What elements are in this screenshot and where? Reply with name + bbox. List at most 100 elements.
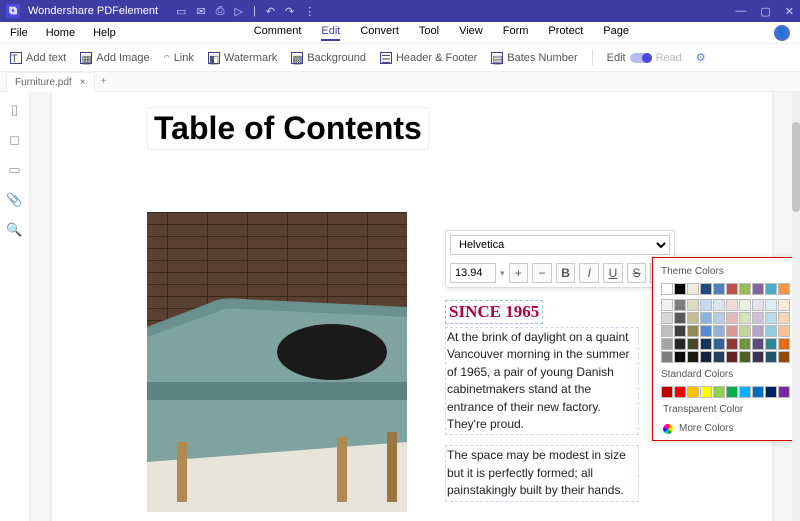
color-swatch[interactable] — [700, 351, 712, 363]
menu-home[interactable]: Home — [46, 27, 75, 39]
menu-file[interactable]: File — [10, 27, 28, 39]
color-swatch[interactable] — [687, 283, 699, 295]
color-swatch[interactable] — [700, 386, 712, 398]
menu-page[interactable]: Page — [603, 25, 629, 41]
underline-button[interactable]: U — [603, 263, 623, 283]
color-swatch[interactable] — [661, 338, 673, 350]
redo-icon[interactable]: ↷ — [285, 5, 294, 18]
increase-size-button[interactable]: + — [509, 263, 529, 283]
color-swatch[interactable] — [739, 299, 751, 311]
color-swatch[interactable] — [739, 325, 751, 337]
minimize-button[interactable]: — — [735, 5, 746, 18]
settings-gear-icon[interactable]: ⚙ — [696, 51, 706, 64]
color-swatch[interactable] — [778, 299, 790, 311]
menu-comment[interactable]: Comment — [254, 25, 302, 41]
watermark-button[interactable]: ◧Watermark — [208, 52, 277, 64]
menu-tool[interactable]: Tool — [419, 25, 439, 41]
color-swatch[interactable] — [713, 283, 725, 295]
color-swatch[interactable] — [687, 351, 699, 363]
color-swatch[interactable] — [661, 325, 673, 337]
font-size-input[interactable] — [450, 263, 496, 283]
menu-edit[interactable]: Edit — [321, 25, 340, 41]
add-text-button[interactable]: TAdd text — [10, 52, 66, 64]
bold-button[interactable]: B — [556, 263, 576, 283]
color-swatch[interactable] — [739, 312, 751, 324]
body-text-block[interactable]: At the brink of daylight on a quaint Van… — [445, 327, 639, 512]
vertical-scrollbar[interactable] — [792, 92, 800, 521]
menu-form[interactable]: Form — [503, 25, 529, 41]
color-swatch[interactable] — [778, 338, 790, 350]
color-swatch[interactable] — [674, 338, 686, 350]
color-swatch[interactable] — [739, 283, 751, 295]
menu-help[interactable]: Help — [93, 27, 116, 39]
tab-close-icon[interactable]: × — [80, 77, 86, 88]
transparent-color-link[interactable]: Transparent Color — [653, 400, 800, 419]
italic-button[interactable]: I — [579, 263, 599, 283]
color-swatch[interactable] — [700, 338, 712, 350]
document-tab[interactable]: Furniture.pdf × — [6, 72, 95, 92]
color-swatch[interactable] — [739, 351, 751, 363]
color-swatch[interactable] — [726, 283, 738, 295]
color-swatch[interactable] — [674, 283, 686, 295]
color-swatch[interactable] — [765, 338, 777, 350]
menu-convert[interactable]: Convert — [360, 25, 399, 41]
bookmarks-icon[interactable]: ◻ — [9, 132, 20, 148]
add-image-button[interactable]: ▦Add Image — [80, 52, 149, 64]
color-swatch[interactable] — [687, 338, 699, 350]
color-swatch[interactable] — [726, 299, 738, 311]
color-swatch[interactable] — [752, 325, 764, 337]
paragraph-2[interactable]: The space may be modest in size but it i… — [445, 445, 639, 501]
color-swatch[interactable] — [778, 325, 790, 337]
maximize-button[interactable]: ▢ — [760, 5, 770, 18]
color-swatch[interactable] — [700, 312, 712, 324]
color-swatch[interactable] — [765, 312, 777, 324]
color-swatch[interactable] — [765, 283, 777, 295]
color-swatch[interactable] — [713, 351, 725, 363]
color-swatch[interactable] — [765, 351, 777, 363]
dropdown-icon[interactable]: ▾ — [500, 268, 505, 279]
edit-mode-toggle[interactable]: EditRead — [607, 52, 682, 64]
color-swatch[interactable] — [778, 283, 790, 295]
color-swatch[interactable] — [687, 312, 699, 324]
color-swatch[interactable] — [674, 325, 686, 337]
color-swatch[interactable] — [726, 325, 738, 337]
color-swatch[interactable] — [752, 283, 764, 295]
color-swatch[interactable] — [700, 299, 712, 311]
color-swatch[interactable] — [674, 351, 686, 363]
color-swatch[interactable] — [687, 386, 699, 398]
link-button[interactable]: 𝄐Link — [164, 51, 194, 64]
new-tab-button[interactable]: + — [101, 76, 107, 87]
comments-icon[interactable]: ▭ — [8, 162, 20, 178]
more-icon[interactable]: ⋮ — [304, 5, 315, 18]
color-swatch[interactable] — [765, 386, 777, 398]
more-colors-link[interactable]: More Colors — [653, 419, 800, 438]
color-swatch[interactable] — [752, 351, 764, 363]
print-icon[interactable]: ⎙ — [216, 5, 225, 18]
color-swatch[interactable] — [713, 338, 725, 350]
color-swatch[interactable] — [713, 325, 725, 337]
open-icon[interactable]: ▭ — [176, 5, 186, 18]
color-swatch[interactable] — [674, 386, 686, 398]
close-button[interactable]: ✕ — [785, 5, 794, 18]
thumbnails-icon[interactable]: ▯ — [11, 102, 18, 118]
bates-number-button[interactable]: ▤Bates Number — [491, 52, 577, 64]
share-icon[interactable]: ▷ — [234, 5, 242, 18]
header-footer-button[interactable]: ☰Header & Footer — [380, 52, 477, 64]
color-swatch[interactable] — [726, 312, 738, 324]
strike-button[interactable]: S — [627, 263, 647, 283]
background-button[interactable]: ▩Background — [291, 52, 366, 64]
color-swatch[interactable] — [752, 386, 764, 398]
color-swatch[interactable] — [700, 325, 712, 337]
heading-toc[interactable]: Table of Contents — [147, 107, 429, 150]
menu-view[interactable]: View — [459, 25, 483, 41]
scrollbar-thumb[interactable] — [792, 122, 800, 212]
color-swatch[interactable] — [752, 299, 764, 311]
search-icon[interactable]: 🔍 — [6, 222, 22, 238]
color-swatch[interactable] — [778, 351, 790, 363]
undo-icon[interactable]: ↶ — [266, 5, 275, 18]
color-swatch[interactable] — [739, 386, 751, 398]
toggle-icon[interactable] — [630, 53, 652, 63]
color-swatch[interactable] — [661, 351, 673, 363]
color-swatch[interactable] — [778, 312, 790, 324]
user-avatar-icon[interactable]: 👤 — [774, 25, 790, 41]
